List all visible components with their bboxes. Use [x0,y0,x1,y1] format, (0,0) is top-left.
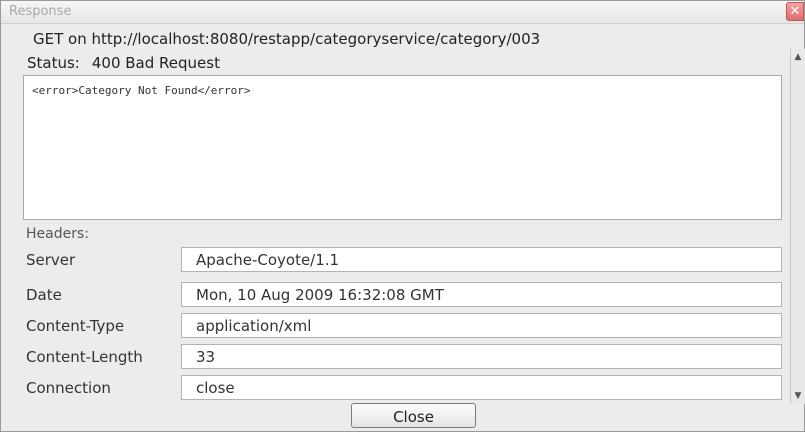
header-row: Content-Type application/xml [26,313,782,339]
title-bar[interactable]: Response ✕ [1,1,804,24]
header-row: Server Apache-Coyote/1.1 [26,247,782,273]
header-name: Content-Length [26,348,143,366]
response-body-text: <error>Category Not Found</error> [32,84,251,97]
header-row: Connection close [26,375,782,401]
close-icon[interactable]: ✕ [786,2,804,21]
header-value-field[interactable]: close [181,375,782,400]
scroll-up-arrow-icon[interactable]: ▲ [791,49,805,65]
response-body-area[interactable]: <error>Category Not Found</error> [23,75,782,220]
header-value-field[interactable]: 33 [181,344,782,369]
headers-label: Headers: [26,226,89,242]
status-value: 400 Bad Request [91,54,220,72]
header-value-field[interactable]: Apache-Coyote/1.1 [181,247,782,272]
vertical-scrollbar[interactable]: ▲ ▼ [790,49,805,404]
request-line: GET on http://localhost:8080/restapp/cat… [33,30,541,48]
header-name: Date [26,286,62,304]
close-button[interactable]: Close [351,403,476,428]
header-value-field[interactable]: Mon, 10 Aug 2009 16:32:08 GMT [181,282,782,307]
header-name: Content-Type [26,317,125,335]
header-row: Content-Length 33 [26,344,782,370]
header-name: Server [26,251,76,269]
scroll-down-arrow-icon[interactable]: ▼ [791,388,805,404]
header-name: Connection [26,379,111,397]
header-row: Date Mon, 10 Aug 2009 16:32:08 GMT [26,282,782,308]
status-label: Status: [27,54,80,72]
header-value-field[interactable]: application/xml [181,313,782,338]
status-line: Status: 400 Bad Request [27,54,220,72]
response-dialog: Response ✕ GET on http://localhost:8080/… [0,0,805,432]
window-title: Response [9,4,72,19]
